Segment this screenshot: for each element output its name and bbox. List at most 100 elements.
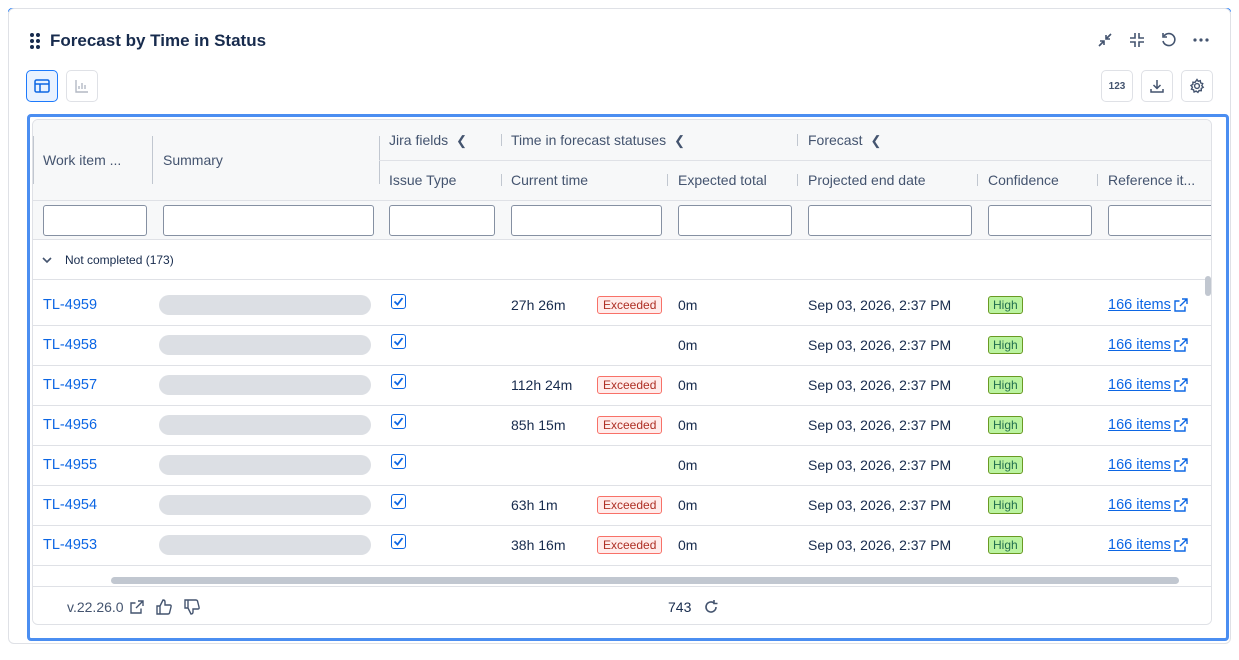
external-link-icon[interactable]	[1174, 378, 1188, 392]
table-view-button[interactable]	[26, 70, 58, 102]
table-row[interactable]: TL-4955 0m Sep 03, 2026, 2:37 PM High 166 it…	[33, 446, 1211, 486]
work-item-link[interactable]: TL-4956	[43, 417, 97, 433]
external-link-icon[interactable]	[130, 600, 144, 614]
projected-end-date-value: Sep 03, 2026, 2:37 PM	[808, 377, 952, 393]
checkbox-icon	[391, 294, 406, 309]
column-header-work-item[interactable]: Work item ...	[43, 152, 121, 168]
reference-items-link[interactable]: 166 items	[1108, 337, 1171, 353]
download-icon	[1150, 80, 1164, 93]
current-time-value: 38h 16m	[511, 537, 566, 553]
external-link-icon[interactable]	[1174, 498, 1188, 512]
checkbox-icon	[391, 454, 406, 469]
column-divider	[501, 134, 502, 146]
column-header-projected-end-date[interactable]: Projected end date	[808, 172, 926, 188]
table-row[interactable]: TL-4953 38h 16m Exceeded 0m Sep 03, 2026, 2:…	[33, 526, 1211, 566]
reference-items-link[interactable]: 166 items	[1108, 497, 1171, 513]
thumbs-up-icon[interactable]	[155, 598, 173, 616]
checkbox-icon	[391, 334, 406, 349]
summary-placeholder	[159, 455, 371, 475]
work-item-link[interactable]: TL-4957	[43, 377, 97, 393]
status-badge-exceeded: Exceeded	[597, 416, 663, 434]
filter-input-reference-items[interactable]	[1108, 205, 1211, 236]
download-button[interactable]	[1141, 70, 1173, 102]
vertical-scrollbar[interactable]	[1205, 276, 1211, 296]
column-divider[interactable]	[667, 174, 668, 186]
projected-end-date-value: Sep 03, 2026, 2:37 PM	[808, 497, 952, 513]
column-header-expected-total[interactable]: Expected total	[678, 172, 767, 188]
group-header-jira-fields[interactable]: Jira fields ❮	[389, 132, 467, 149]
group-header-forecast[interactable]: Forecast ❮	[808, 132, 881, 149]
work-item-link[interactable]: TL-4953	[43, 537, 97, 553]
external-link-icon[interactable]	[1174, 538, 1188, 552]
column-divider[interactable]	[1097, 174, 1098, 186]
widget-actions	[1095, 28, 1211, 52]
filter-input-summary[interactable]	[163, 205, 374, 236]
work-item-link[interactable]: TL-4955	[43, 457, 97, 473]
reference-items-link[interactable]: 166 items	[1108, 417, 1171, 433]
external-link-icon[interactable]	[1174, 338, 1188, 352]
work-item-link[interactable]: TL-4959	[43, 297, 97, 313]
table-row[interactable]: TL-4959 27h 26m Exceeded 0m Sep 03, 2026, 2:…	[33, 286, 1211, 326]
column-divider[interactable]	[152, 136, 153, 184]
column-header-current-time[interactable]: Current time	[511, 172, 588, 188]
column-divider[interactable]	[797, 174, 798, 186]
table-row[interactable]: TL-4956 85h 15m Exceeded 0m Sep 03, 2026, 2:…	[33, 406, 1211, 446]
filter-input-confidence[interactable]	[988, 205, 1092, 236]
current-time-value: 85h 15m	[511, 417, 566, 433]
external-link-icon[interactable]	[1174, 458, 1188, 472]
work-item-link[interactable]: TL-4954	[43, 497, 97, 513]
reference-items-link[interactable]: 166 items	[1108, 457, 1171, 473]
header-divider	[379, 160, 1211, 161]
group-header-label: Forecast	[808, 132, 863, 148]
collapse-icon[interactable]	[1095, 28, 1115, 52]
table-row[interactable]: TL-4954 63h 1m Exceeded 0m Sep 03, 2026, 2:3…	[33, 486, 1211, 526]
table-row[interactable]: TL-4957 112h 24m Exceeded 0m Sep 03, 2026, 2…	[33, 366, 1211, 406]
summary-placeholder	[159, 335, 371, 355]
summary-placeholder	[159, 295, 371, 315]
settings-button[interactable]	[1181, 70, 1213, 102]
filter-input-work-item[interactable]	[43, 205, 147, 236]
group-row-not-completed[interactable]: Not completed (173)	[33, 240, 1211, 280]
chevron-left-icon[interactable]: ❮	[870, 133, 881, 149]
minimize-icon[interactable]	[1127, 28, 1147, 52]
reference-items-link[interactable]: 166 items	[1108, 377, 1171, 393]
external-link-icon[interactable]	[1174, 418, 1188, 432]
filter-input-current-time[interactable]	[511, 205, 662, 236]
chart-view-button[interactable]	[66, 70, 98, 102]
column-header-issue-type[interactable]: Issue Type	[389, 172, 456, 188]
chevron-left-icon[interactable]: ❮	[456, 133, 467, 149]
status-badge-exceeded: Exceeded	[597, 296, 663, 314]
table-row[interactable]: TL-4958 0m Sep 03, 2026, 2:37 PM High 166 it…	[33, 326, 1211, 366]
work-item-link[interactable]: TL-4958	[43, 337, 97, 353]
chevron-left-icon[interactable]: ❮	[674, 133, 685, 149]
number-format-button[interactable]: 123	[1101, 70, 1133, 102]
column-divider[interactable]	[977, 174, 978, 186]
confidence-badge: High	[988, 536, 1023, 554]
projected-end-date-value: Sep 03, 2026, 2:37 PM	[808, 337, 952, 353]
reference-items-link[interactable]: 166 items	[1108, 297, 1171, 313]
expected-total-value: 0m	[678, 537, 698, 553]
horizontal-scrollbar[interactable]	[111, 577, 1179, 584]
filter-input-projected-end-date[interactable]	[808, 205, 972, 236]
chevron-down-icon[interactable]	[41, 254, 53, 266]
external-link-icon[interactable]	[1174, 298, 1188, 312]
drag-handle-icon[interactable]	[30, 33, 40, 49]
projected-end-date-value: Sep 03, 2026, 2:37 PM	[808, 457, 952, 473]
column-divider[interactable]	[501, 174, 502, 186]
expected-total-value: 0m	[678, 417, 698, 433]
checkbox-icon	[391, 534, 406, 549]
filter-input-issue-type[interactable]	[389, 205, 495, 236]
summary-placeholder	[159, 415, 371, 435]
reset-icon[interactable]	[1159, 28, 1179, 52]
more-icon[interactable]	[1191, 28, 1211, 52]
status-badge-exceeded: Exceeded	[597, 536, 663, 554]
projected-end-date-value: Sep 03, 2026, 2:37 PM	[808, 297, 952, 313]
group-header-time-in-forecast[interactable]: Time in forecast statuses ❮	[511, 132, 685, 149]
filter-input-expected-total[interactable]	[678, 205, 792, 236]
refresh-icon[interactable]	[703, 599, 719, 615]
thumbs-down-icon[interactable]	[183, 598, 201, 616]
reference-items-link[interactable]: 166 items	[1108, 537, 1171, 553]
column-header-reference-items[interactable]: Reference it...	[1108, 172, 1195, 188]
column-header-summary[interactable]: Summary	[163, 152, 223, 168]
column-header-confidence[interactable]: Confidence	[988, 172, 1059, 188]
